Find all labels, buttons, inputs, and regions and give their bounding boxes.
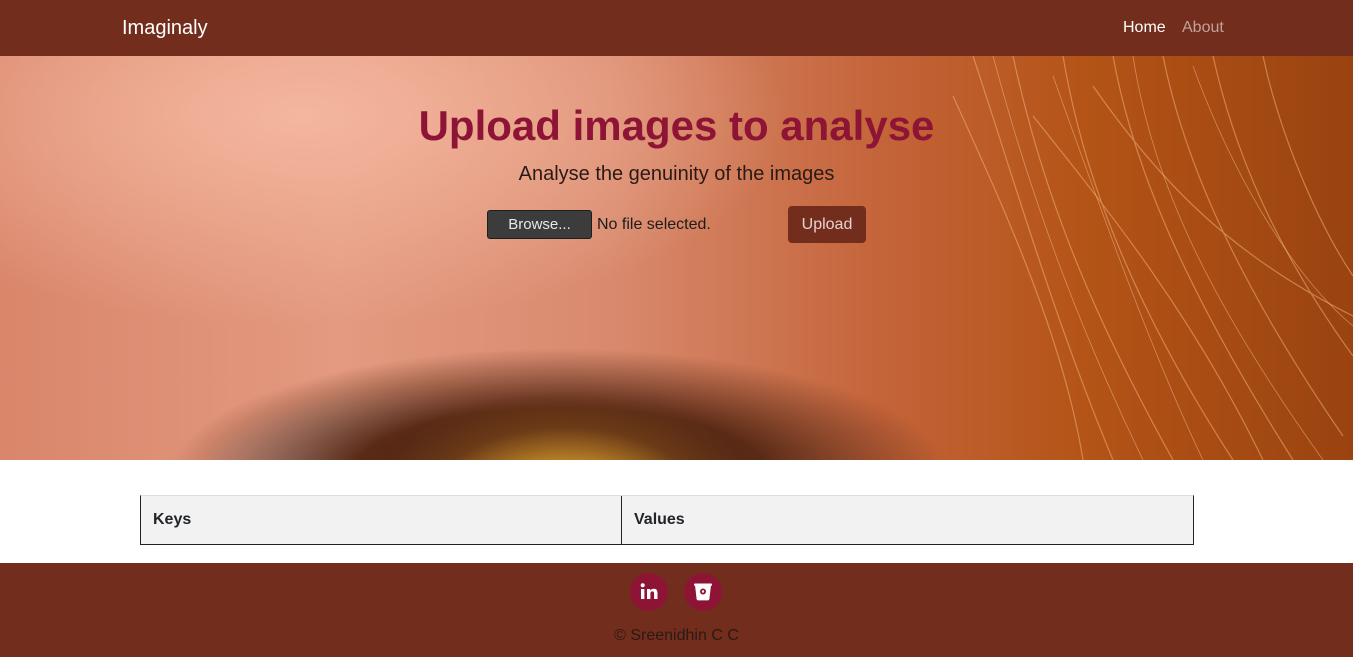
browse-file-button[interactable]: Browse... [487,210,592,239]
brand-link[interactable]: Imaginaly [122,16,208,40]
bucket-link[interactable] [684,573,722,611]
upload-button[interactable]: Upload [788,206,866,243]
nav-link-home[interactable]: Home [1123,18,1166,38]
linkedin-icon [640,583,658,599]
hero-banner: Upload images to analyse Analyse the gen… [0,56,1353,460]
copyright-text: © Sreenidhin C C [614,627,739,644]
hero-subtitle: Analyse the genuinity of the images [518,163,835,185]
results-table: Keys Values [140,495,1194,545]
nav-link-about[interactable]: About [1182,18,1224,38]
bucket-icon [694,583,712,601]
table-header-keys: Keys [141,496,622,545]
table-header-values: Values [634,511,685,528]
hero-title: Upload images to analyse [418,102,935,149]
navbar: Imaginaly Home About [0,0,1353,56]
file-status-text: No file selected. [597,216,711,233]
footer: © Sreenidhin C C [0,563,1353,657]
linkedin-link[interactable] [630,573,668,611]
